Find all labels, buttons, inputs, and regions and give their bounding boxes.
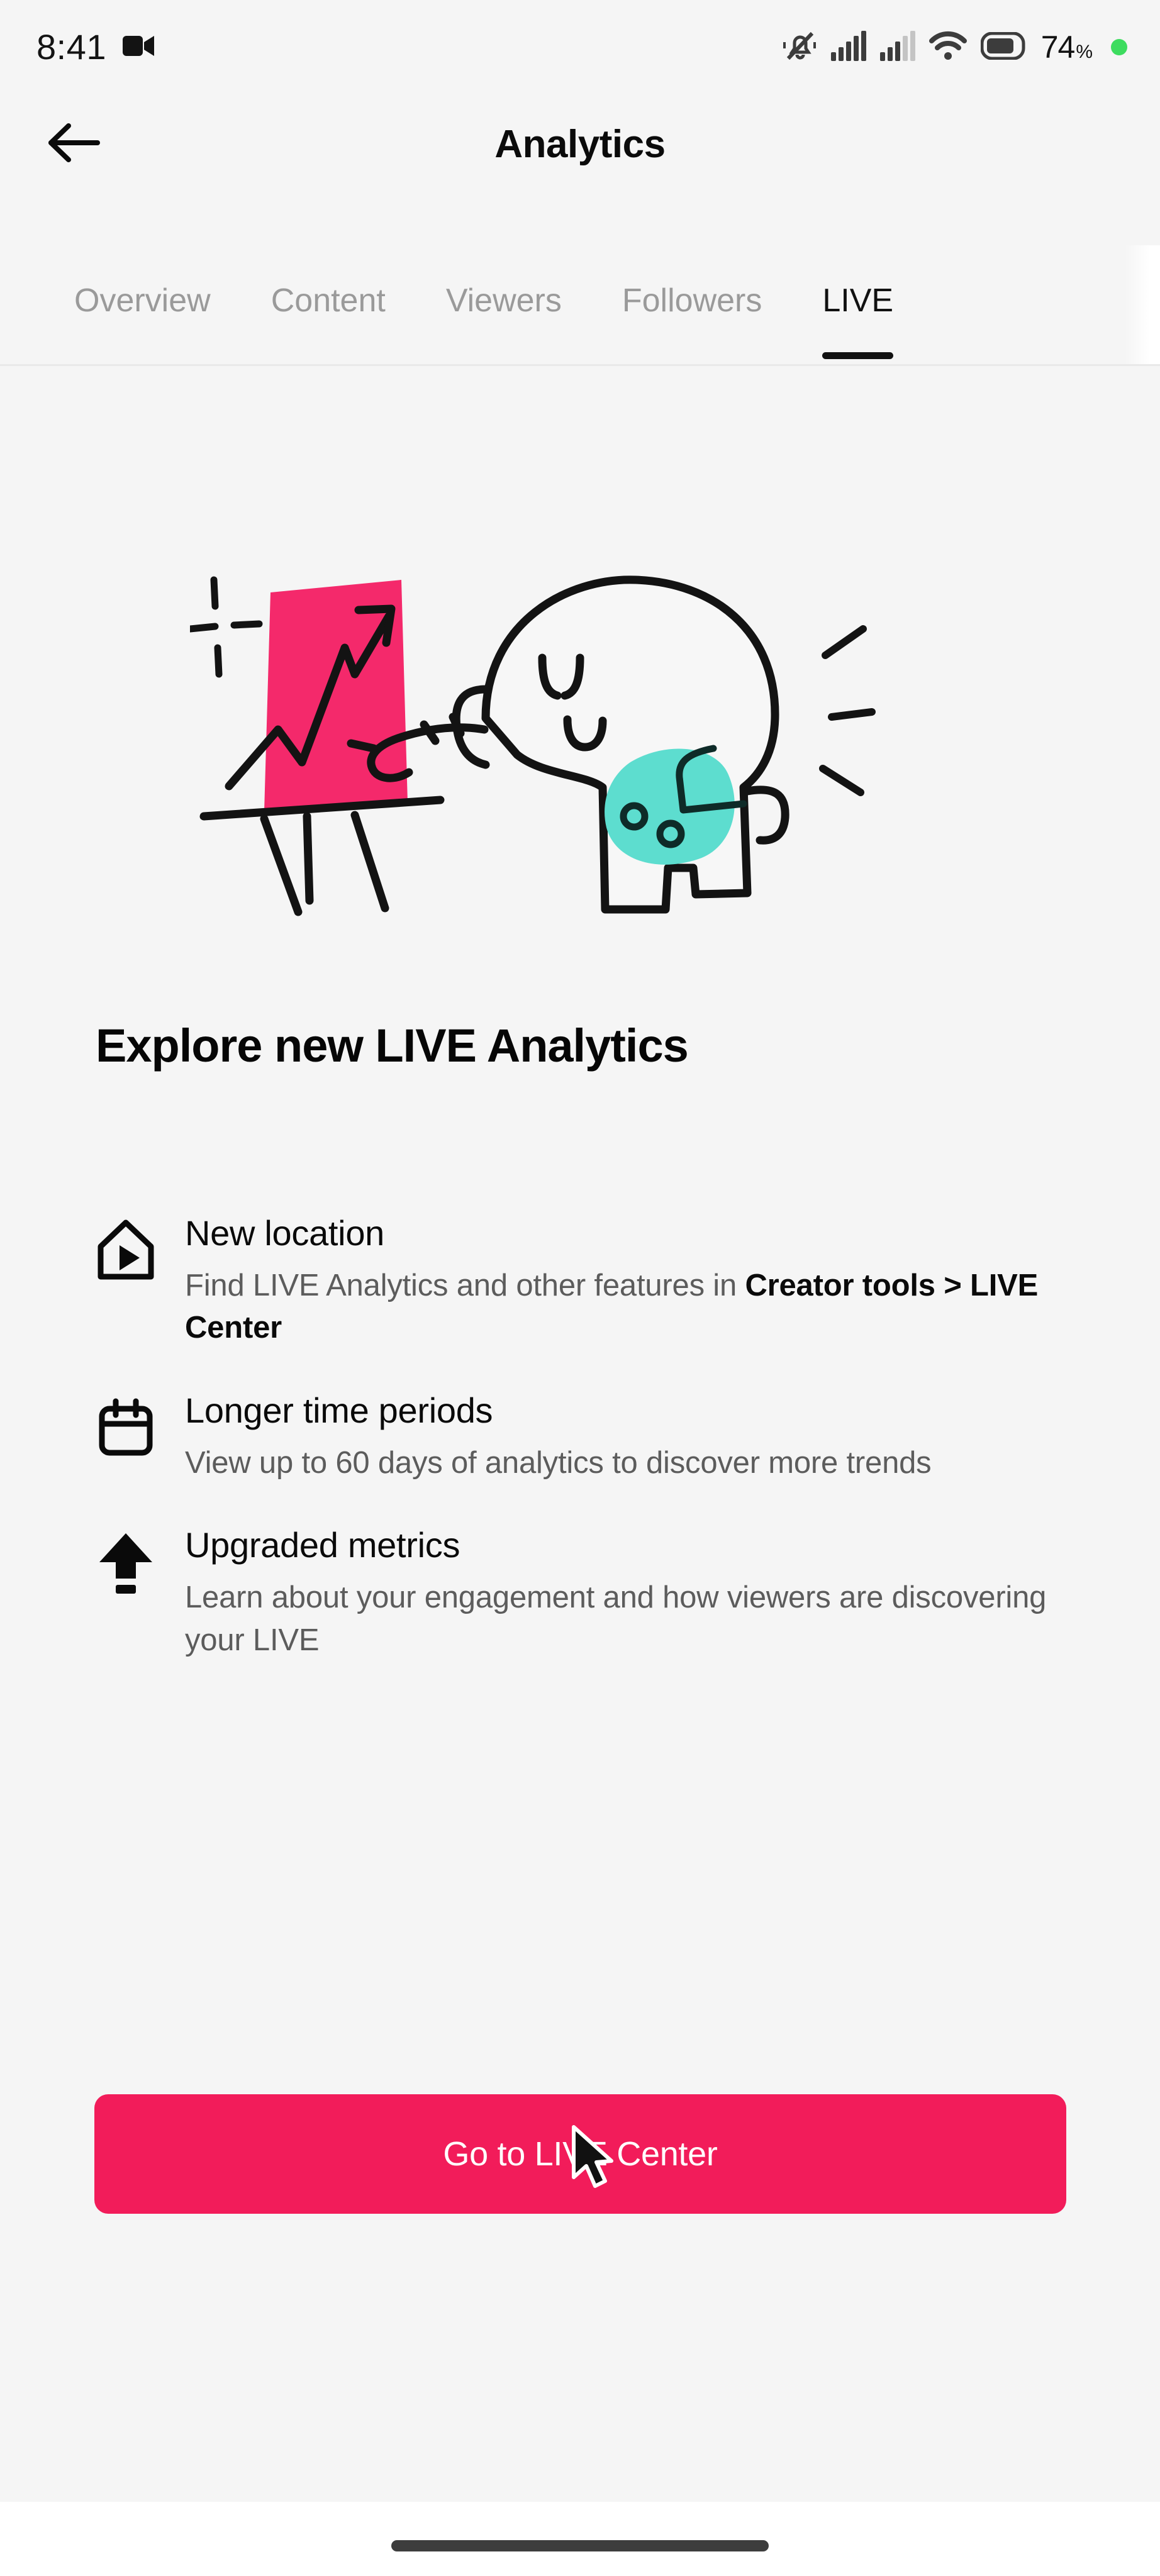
status-bar-right: 74%	[783, 28, 1127, 67]
arrow-up-upgrade-icon	[96, 1526, 165, 1595]
feature-description: Find LIVE Analytics and other features i…	[185, 1265, 1090, 1350]
tabs-scroller[interactable]: Overview Content Viewers Followers LIVE	[0, 245, 1160, 364]
feature-text-new-location: New location Find LIVE Analytics and oth…	[165, 1213, 1090, 1350]
battery-icon	[980, 31, 1027, 63]
bell-silent-icon	[783, 28, 817, 67]
page-header: Analytics	[0, 94, 1160, 194]
tab-viewers[interactable]: Viewers	[446, 245, 562, 364]
feature-title: New location	[185, 1213, 385, 1253]
status-bar-left: 8:41	[36, 30, 155, 65]
calendar-icon	[96, 1391, 165, 1460]
elephant-presenting-chart-illustration	[186, 541, 970, 931]
system-navigation-bar	[0, 2502, 1160, 2576]
tab-live[interactable]: LIVE	[822, 245, 893, 364]
feature-text-upgraded-metrics: Upgraded metrics Learn about your engage…	[165, 1526, 1090, 1662]
battery-percent-label: 74%	[1040, 30, 1093, 65]
wifi-icon	[929, 31, 967, 64]
feature-list: New location Find LIVE Analytics and oth…	[96, 1213, 1090, 1703]
back-button[interactable]	[39, 109, 108, 179]
back-arrow-icon	[47, 122, 100, 167]
analytics-tab-bar: Overview Content Viewers Followers LIVE	[0, 245, 1160, 366]
phone-screen: 8:41 74 % Analytics Overview Content Vie…	[0, 0, 1160, 2576]
feature-title: Upgraded metrics	[185, 1525, 460, 1565]
status-time: 8:41	[36, 27, 106, 67]
home-gesture-pill[interactable]	[391, 2540, 769, 2551]
signal-bars-icon	[830, 30, 866, 64]
feature-item-upgraded-metrics: Upgraded metrics Learn about your engage…	[96, 1526, 1090, 1662]
feature-description-plain: Find LIVE Analytics and other features i…	[185, 1268, 737, 1302]
feature-description: View up to 60 days of analytics to disco…	[185, 1445, 932, 1480]
recording-indicator-dot	[1111, 39, 1127, 55]
page-title: Analytics	[494, 122, 666, 166]
status-bar: 8:41 74 %	[0, 0, 1160, 94]
tab-overview[interactable]: Overview	[74, 245, 211, 364]
go-to-live-center-button[interactable]: Go to LIVE Center	[94, 2094, 1066, 2214]
feature-item-longer-time-periods: Longer time periods View up to 60 days o…	[96, 1391, 1090, 1484]
feature-item-new-location: New location Find LIVE Analytics and oth…	[96, 1213, 1090, 1350]
feature-title: Longer time periods	[185, 1390, 493, 1430]
video-camera-icon	[123, 33, 155, 62]
signal-bars-secondary-icon	[879, 30, 915, 64]
tab-followers[interactable]: Followers	[622, 245, 762, 364]
tab-content[interactable]: Content	[271, 245, 386, 364]
page-headline: Explore new LIVE Analytics	[96, 1019, 689, 1072]
cta-label: Go to LIVE Center	[443, 2135, 718, 2173]
feature-description: Learn about your engagement and how view…	[185, 1580, 1047, 1657]
live-home-play-icon	[96, 1214, 165, 1283]
feature-text-longer-time-periods: Longer time periods View up to 60 days o…	[165, 1391, 1090, 1484]
